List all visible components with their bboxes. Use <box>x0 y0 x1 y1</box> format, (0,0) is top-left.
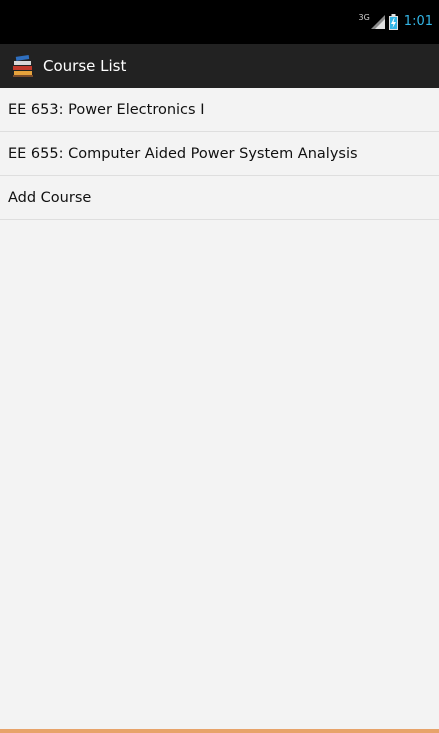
course-item-ee655[interactable]: EE 655: Computer Aided Power System Anal… <box>0 132 439 176</box>
signal-strength-icon <box>370 15 385 29</box>
add-course-item[interactable]: Add Course <box>0 176 439 220</box>
network-type-label: 3G <box>358 12 370 22</box>
clock-time: 1:01 <box>403 14 433 29</box>
status-icons: 3G 1:01 <box>358 12 433 32</box>
course-list: EE 653: Power Electronics I EE 655: Comp… <box>0 88 439 220</box>
books-app-icon[interactable] <box>11 54 35 78</box>
battery-charging-icon <box>388 14 398 30</box>
status-bar: 3G 1:01 <box>0 0 439 44</box>
course-item-ee653[interactable]: EE 653: Power Electronics I <box>0 88 439 132</box>
action-bar: Course List <box>0 44 439 88</box>
page-title: Course List <box>43 57 127 75</box>
bottom-accent-bar <box>0 729 439 733</box>
